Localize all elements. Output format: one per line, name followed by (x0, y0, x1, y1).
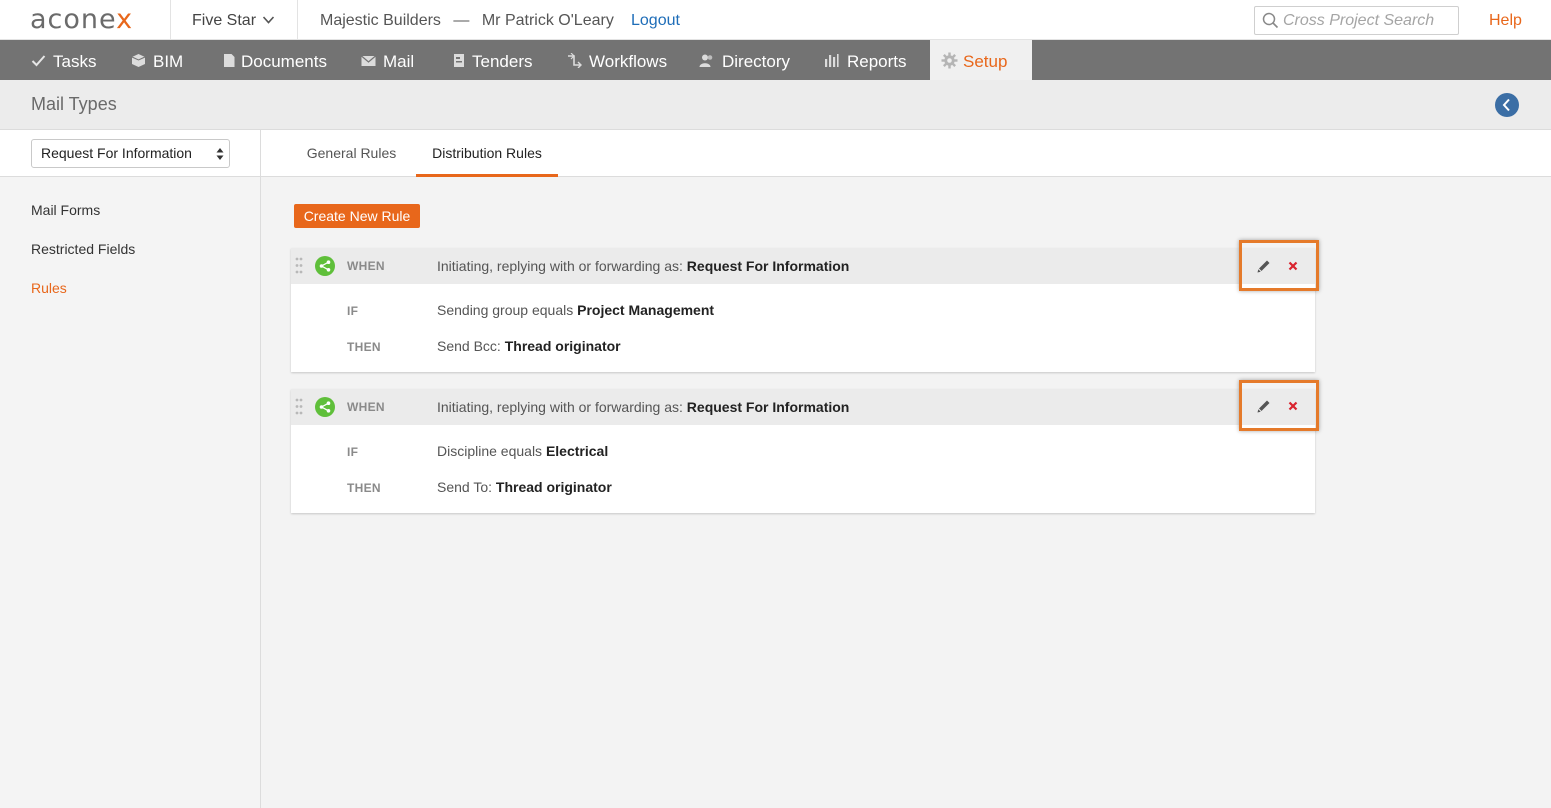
main-nav: Tasks BIM Documents Mail Tenders Workflo… (0, 40, 1551, 80)
organization-name: Majestic Builders (320, 12, 441, 29)
nav-mail[interactable]: Mail (361, 40, 421, 80)
then-action: Send To: Thread originator (437, 479, 612, 495)
chevron-left-icon (1502, 98, 1510, 112)
sidebar-item-restricted-fields[interactable]: Restricted Fields (31, 241, 135, 257)
if-value: Electrical (545, 443, 609, 459)
tab-distribution-rules[interactable]: Distribution Rules (416, 130, 558, 177)
collapse-button[interactable] (1495, 93, 1519, 117)
delete-icon[interactable] (1288, 261, 1298, 271)
nav-directory[interactable]: Directory (699, 40, 794, 80)
create-new-rule-button[interactable]: Create New Rule (294, 204, 420, 228)
mail-type-select[interactable]: Request For Information (31, 139, 230, 168)
if-condition: Sending group equals Project Management (437, 302, 715, 318)
delete-icon[interactable] (1288, 401, 1298, 411)
bar-chart-icon (825, 54, 839, 67)
logout-link[interactable]: Logout (631, 0, 680, 42)
rule-card: WHEN Initiating, replying with or forwar… (291, 248, 1315, 372)
nav-tenders[interactable]: Tenders (452, 40, 537, 80)
pencil-icon[interactable] (1256, 258, 1272, 274)
sidebar-item-mail-forms[interactable]: Mail Forms (31, 202, 100, 218)
rule-actions-highlight (1239, 380, 1319, 431)
then-value: Thread originator (495, 479, 612, 495)
when-value: Request For Information (686, 258, 850, 274)
envelope-icon (361, 55, 376, 66)
then-label: THEN (347, 481, 381, 495)
rule-card: WHEN Initiating, replying with or forwar… (291, 389, 1315, 513)
cube-icon (131, 54, 146, 67)
sidebar: Request For Information Mail Forms Restr… (0, 130, 261, 808)
search-icon (1262, 12, 1279, 29)
organization-user: Majestic Builders — Mr Patrick O'Leary (320, 0, 614, 42)
chevron-down-icon (263, 16, 274, 24)
top-header: aconex Five Star Majestic Builders — Mr … (0, 0, 1551, 40)
people-icon (699, 54, 713, 67)
when-label: WHEN (347, 400, 385, 414)
when-condition: Initiating, replying with or forwarding … (437, 258, 850, 274)
project-name: Five Star (192, 12, 257, 29)
search-input[interactable] (1283, 10, 1453, 31)
share-icon (315, 397, 335, 417)
tabs-bar: General Rules Distribution Rules (261, 130, 1551, 177)
when-value: Request For Information (686, 399, 850, 415)
nav-bim[interactable]: BIM (131, 40, 191, 80)
page-title-bar: Mail Types (0, 80, 1551, 130)
then-value: Thread originator (504, 338, 621, 354)
nav-documents[interactable]: Documents (222, 40, 332, 80)
when-label: WHEN (347, 259, 385, 273)
aconex-logo[interactable]: aconex (30, 4, 133, 35)
rule-when-row: WHEN Initiating, replying with or forwar… (291, 389, 1315, 425)
nav-tasks[interactable]: Tasks (31, 40, 101, 80)
separator: — (453, 12, 470, 29)
page-title: Mail Types (31, 94, 117, 114)
help-link[interactable]: Help (1489, 0, 1522, 42)
nav-workflows[interactable]: Workflows (567, 40, 667, 80)
drag-handle-icon[interactable] (295, 257, 303, 274)
tender-icon (454, 54, 464, 67)
nav-reports[interactable]: Reports (824, 40, 909, 80)
project-switcher[interactable]: Five Star (170, 0, 298, 40)
check-icon (31, 55, 46, 67)
mail-type-select-area: Request For Information (0, 130, 260, 177)
sidebar-item-rules[interactable]: Rules (31, 280, 67, 296)
user-name: Mr Patrick O'Leary (481, 12, 614, 29)
drag-handle-icon[interactable] (295, 398, 303, 415)
if-label: IF (347, 445, 359, 459)
gear-icon (941, 52, 958, 69)
if-label: IF (347, 304, 359, 318)
share-icon (315, 256, 335, 276)
if-condition: Discipline equals Electrical (437, 443, 609, 459)
workflow-icon (568, 53, 582, 68)
when-condition: Initiating, replying with or forwarding … (437, 399, 850, 415)
then-label: THEN (347, 340, 381, 354)
tab-general-rules[interactable]: General Rules (294, 130, 409, 177)
rule-actions-highlight (1239, 240, 1319, 291)
pencil-icon[interactable] (1256, 398, 1272, 414)
cross-project-search[interactable] (1254, 6, 1459, 35)
then-action: Send Bcc: Thread originator (437, 338, 621, 354)
rule-when-row: WHEN Initiating, replying with or forwar… (291, 248, 1315, 284)
mail-type-select-value: Request For Information (41, 145, 192, 161)
document-icon (224, 54, 235, 67)
if-value: Project Management (577, 302, 715, 318)
select-arrows-icon (216, 148, 224, 160)
nav-setup[interactable]: Setup (930, 40, 1032, 80)
